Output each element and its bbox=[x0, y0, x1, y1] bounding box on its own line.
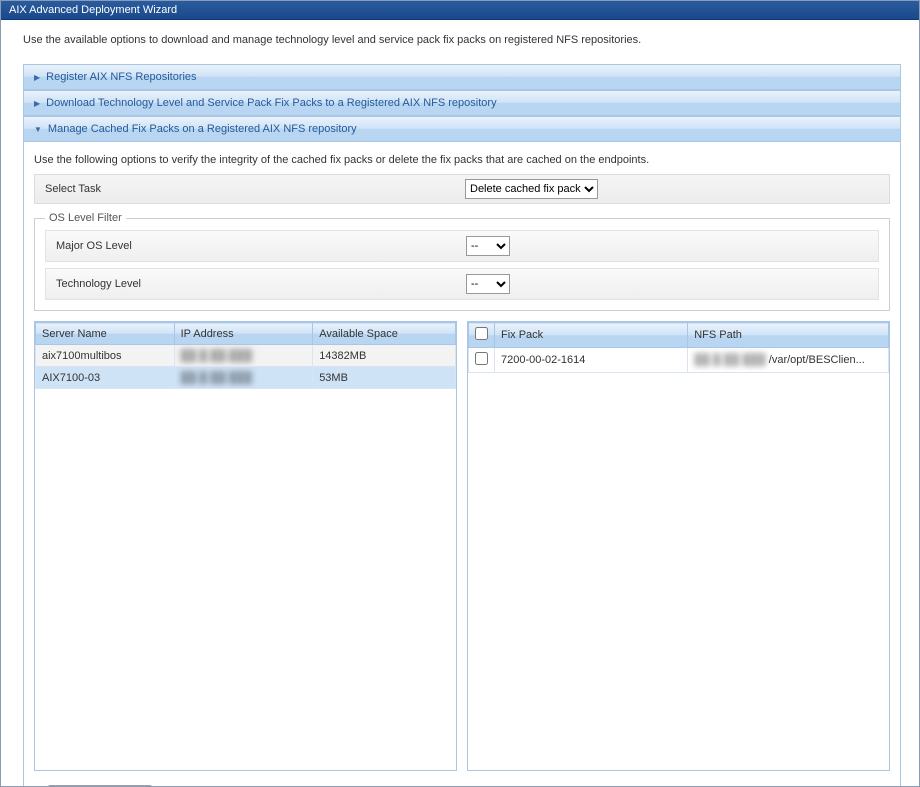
content-area: Use the available options to download an… bbox=[1, 20, 919, 786]
cell-nfs-pathstr: /var/opt/BESClien... bbox=[769, 354, 865, 366]
cell-fix-pack: 7200-00-02-1614 bbox=[495, 348, 688, 373]
col-nfs-path[interactable]: NFS Path bbox=[688, 323, 889, 348]
col-checkbox[interactable] bbox=[469, 323, 495, 348]
tables-container: Server Name IP Address Available Space a… bbox=[34, 321, 890, 771]
cell-nfs-path: ██.█.██.███ /var/opt/BESClien... bbox=[688, 348, 889, 373]
major-os-label: Major OS Level bbox=[56, 240, 466, 252]
cell-available-space: 14382MB bbox=[313, 345, 456, 367]
accordion-label: Download Technology Level and Service Pa… bbox=[46, 97, 496, 109]
chevron-down-icon: ▼ bbox=[34, 125, 42, 134]
col-available-space[interactable]: Available Space bbox=[313, 323, 456, 345]
select-task-dropdown[interactable]: Delete cached fix pack bbox=[465, 179, 598, 199]
os-filter-legend: OS Level Filter bbox=[45, 212, 126, 224]
major-os-dropdown[interactable]: -- bbox=[466, 236, 510, 256]
tech-level-dropdown[interactable]: -- bbox=[466, 274, 510, 294]
table-row[interactable]: AIX7100-03 ██.█.██.███ 53MB bbox=[36, 367, 456, 389]
accordion-label: Manage Cached Fix Packs on a Registered … bbox=[48, 123, 357, 135]
chevron-right-icon: ▶ bbox=[34, 73, 40, 82]
servers-table: Server Name IP Address Available Space a… bbox=[34, 321, 457, 771]
create-action-button[interactable]: Create Action bbox=[48, 785, 152, 786]
select-task-row: Select Task Delete cached fix pack bbox=[34, 174, 890, 204]
select-task-label: Select Task bbox=[45, 183, 465, 195]
select-all-checkbox[interactable] bbox=[475, 327, 488, 340]
cell-nfs-ip: ██.█.██.███ bbox=[694, 354, 766, 366]
cell-ip-address: ██.█.██.███ bbox=[174, 345, 313, 367]
tech-level-row: Technology Level -- bbox=[45, 268, 879, 300]
tech-level-label: Technology Level bbox=[56, 278, 466, 290]
cell-ip-address: ██.█.██.███ bbox=[174, 367, 313, 389]
intro-text: Use the available options to download an… bbox=[23, 34, 901, 46]
fixpack-table: Fix Pack NFS Path 7200-00-02-1614 bbox=[467, 321, 890, 771]
cell-server-name: AIX7100-03 bbox=[36, 367, 175, 389]
manage-instruction: Use the following options to verify the … bbox=[34, 154, 890, 166]
accordion: ▶ Register AIX NFS Repositories ▶ Downlo… bbox=[23, 64, 901, 786]
cell-available-space: 53MB bbox=[313, 367, 456, 389]
os-level-filter: OS Level Filter Major OS Level -- Techno… bbox=[34, 212, 890, 311]
cell-server-name: aix7100multibos bbox=[36, 345, 175, 367]
col-server-name[interactable]: Server Name bbox=[36, 323, 175, 345]
window-title-bar: AIX Advanced Deployment Wizard bbox=[1, 1, 919, 20]
chevron-right-icon: ▶ bbox=[34, 99, 40, 108]
col-ip-address[interactable]: IP Address bbox=[174, 323, 313, 345]
accordion-body-manage: Use the following options to verify the … bbox=[24, 142, 900, 786]
wizard-window: AIX Advanced Deployment Wizard Use the a… bbox=[0, 0, 920, 787]
table-row[interactable]: aix7100multibos ██.█.██.███ 14382MB bbox=[36, 345, 456, 367]
accordion-header-download[interactable]: ▶ Download Technology Level and Service … bbox=[24, 90, 900, 116]
window-title: AIX Advanced Deployment Wizard bbox=[9, 4, 177, 16]
table-row[interactable]: 7200-00-02-1614 ██.█.██.███ /var/opt/BES… bbox=[469, 348, 889, 373]
major-os-row: Major OS Level -- bbox=[45, 230, 879, 262]
col-fix-pack[interactable]: Fix Pack bbox=[495, 323, 688, 348]
cell-checkbox bbox=[469, 348, 495, 373]
accordion-label: Register AIX NFS Repositories bbox=[46, 71, 196, 83]
accordion-header-manage[interactable]: ▼ Manage Cached Fix Packs on a Registere… bbox=[24, 116, 900, 142]
create-action-container: Create Action bbox=[48, 785, 890, 786]
row-checkbox[interactable] bbox=[475, 352, 488, 365]
accordion-header-register[interactable]: ▶ Register AIX NFS Repositories bbox=[24, 64, 900, 90]
